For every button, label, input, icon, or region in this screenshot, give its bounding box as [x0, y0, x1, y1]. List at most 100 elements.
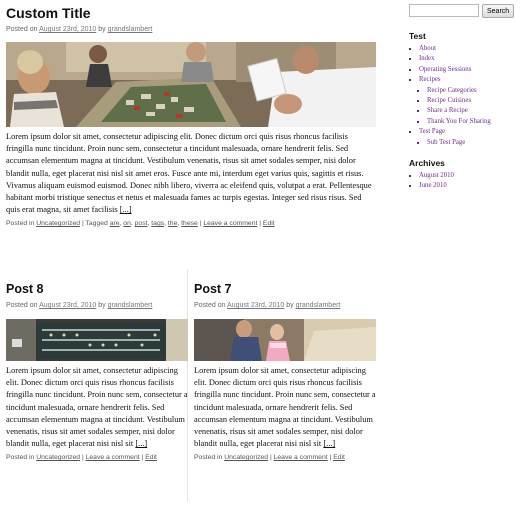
post-date-link[interactable]: August 23rd, 2010: [227, 302, 284, 309]
archives-widget: Archives August 2010 June 2010: [409, 158, 527, 192]
edit-link[interactable]: Edit: [263, 220, 275, 227]
posted-in-label: Posted in: [194, 454, 223, 462]
page-link[interactable]: Share a Recipe: [427, 107, 468, 114]
read-more-link[interactable]: [...]: [120, 205, 132, 214]
archive-item[interactable]: August 2010: [419, 171, 527, 181]
post-title[interactable]: Post 8: [6, 280, 188, 298]
read-more-link[interactable]: [...]: [135, 439, 147, 448]
subpages-list: Recipe Categories Recipe Cuisines Share …: [419, 86, 527, 128]
page-link[interactable]: Sub Test Page: [427, 139, 465, 146]
category-link[interactable]: Uncategorized: [36, 220, 80, 227]
train-layout-photo: [6, 42, 376, 127]
post-excerpt: Lorem ipsum dolor sit amet, consectetur …: [194, 365, 376, 450]
excerpt-text: Lorem ipsum dolor sit amet, consectetur …: [194, 366, 376, 449]
excerpt-text: Lorem ipsum dolor sit amet, consectetur …: [6, 366, 188, 449]
leave-comment-link[interactable]: Leave a comment: [86, 454, 140, 461]
featured-image[interactable]: [6, 42, 376, 127]
meta-prefix: Posted on: [194, 302, 226, 309]
page-link[interactable]: Index: [419, 55, 434, 62]
search-input[interactable]: [409, 4, 479, 17]
control-panel-photo: [6, 319, 188, 361]
tag-link[interactable]: are: [110, 220, 120, 227]
tag-link[interactable]: post: [135, 220, 148, 227]
excerpt-text: Lorem ipsum dolor sit amet, consectetur …: [6, 132, 372, 215]
footer-separator: |: [81, 454, 84, 462]
posted-in-label: Posted in: [6, 454, 35, 462]
post-author-link[interactable]: grandslambert: [108, 302, 153, 309]
post-thumbnail[interactable]: [6, 319, 188, 361]
page-item[interactable]: Recipe Cuisines: [427, 96, 527, 106]
archive-link[interactable]: August 2010: [419, 172, 454, 179]
post-meta: Posted on August 23rd, 2010 by grandslam…: [6, 301, 188, 310]
leave-comment-link[interactable]: Leave a comment: [203, 220, 257, 227]
post-date-link[interactable]: August 23rd, 2010: [39, 302, 96, 309]
pages-list: About Index Operating Sessions Recipes R…: [409, 44, 527, 148]
leave-comment-link[interactable]: Leave a comment: [274, 454, 328, 461]
tag-link[interactable]: the: [168, 220, 177, 227]
post-author-link[interactable]: grandslambert: [296, 302, 341, 309]
page-item[interactable]: Sub Test Page: [427, 138, 527, 148]
page-item[interactable]: About: [419, 44, 527, 54]
post-excerpt: Lorem ipsum dolor sit amet, consectetur …: [6, 365, 188, 450]
page-link[interactable]: About: [419, 45, 436, 52]
widget-title: Test: [409, 31, 426, 41]
footer-separator: |: [141, 454, 144, 462]
edit-link[interactable]: Edit: [333, 454, 345, 461]
pages-widget: Test About Index Operating Sessions Reci…: [409, 31, 527, 148]
page-item[interactable]: Thank You For Sharing: [427, 117, 527, 127]
widget-title: Archives: [409, 158, 445, 169]
posted-in-label: Posted in: [6, 220, 35, 228]
post-card: Post 8 Posted on August 23rd, 2010 by gr…: [6, 280, 188, 462]
tagged-label: | Tagged: [81, 220, 108, 228]
tag-link[interactable]: tags: [151, 220, 164, 227]
post-title[interactable]: Custom Title: [6, 4, 376, 22]
post-date-link[interactable]: August 23rd, 2010: [39, 26, 96, 33]
read-more-link[interactable]: [...]: [323, 439, 335, 448]
footer-separator: |: [259, 220, 262, 228]
search-button[interactable]: Search: [482, 4, 515, 18]
post-footer: Posted in Uncategorized | Tagged are, on…: [6, 220, 275, 228]
page-link[interactable]: Operating Sessions: [419, 66, 471, 73]
page-link[interactable]: Recipes: [419, 76, 441, 83]
category-link[interactable]: Uncategorized: [36, 454, 80, 461]
search-form: Search: [409, 4, 527, 18]
post-author-link[interactable]: grandslambert: [108, 26, 153, 33]
archives-list: August 2010 June 2010: [409, 171, 527, 192]
page-item[interactable]: Recipe Categories: [427, 86, 527, 96]
archive-item[interactable]: June 2010: [419, 181, 527, 191]
footer-separator: |: [199, 220, 202, 228]
meta-by: by: [286, 302, 294, 309]
meta-prefix: Posted on: [6, 26, 38, 33]
content-area: Custom Title Posted on August 23rd, 2010…: [6, 0, 376, 501]
page-link[interactable]: Recipe Cuisines: [427, 97, 471, 104]
post-excerpt: Lorem ipsum dolor sit amet, consectetur …: [6, 131, 376, 216]
page-item[interactable]: Share a Recipe: [427, 106, 527, 116]
page-item[interactable]: Operating Sessions: [419, 65, 527, 75]
page-link[interactable]: Thank You For Sharing: [427, 118, 491, 125]
family-photo: [194, 319, 376, 361]
page-item[interactable]: Test Page Sub Test Page: [419, 127, 527, 148]
meta-by: by: [98, 26, 106, 33]
tag-link[interactable]: these: [181, 220, 198, 227]
sidebar: Search Test About Index Operating Sessio…: [409, 0, 527, 192]
footer-separator: |: [329, 454, 332, 462]
post-footer: Posted in Uncategorized | Leave a commen…: [194, 453, 376, 462]
page-item[interactable]: Recipes Recipe Categories Recipe Cuisine…: [419, 75, 527, 127]
post-thumbnail[interactable]: [194, 319, 376, 361]
post-title[interactable]: Post 7: [194, 280, 376, 298]
post-meta: Posted on August 23rd, 2010 by grandslam…: [6, 25, 376, 34]
page-link[interactable]: Recipe Categories: [427, 87, 477, 94]
post-card: Post 7 Posted on August 23rd, 2010 by gr…: [194, 280, 376, 462]
edit-link[interactable]: Edit: [145, 454, 157, 461]
footer-separator: |: [269, 454, 272, 462]
post-meta: Posted on August 23rd, 2010 by grandslam…: [194, 301, 376, 310]
category-link[interactable]: Uncategorized: [224, 454, 268, 461]
tag-link[interactable]: on: [123, 220, 131, 227]
meta-by: by: [98, 302, 106, 309]
archive-link[interactable]: June 2010: [419, 182, 447, 189]
post-footer: Posted in Uncategorized | Leave a commen…: [6, 453, 188, 462]
subpages-list: Sub Test Page: [419, 138, 527, 148]
page-link[interactable]: Test Page: [419, 128, 445, 135]
page-item[interactable]: Index: [419, 54, 527, 64]
meta-prefix: Posted on: [6, 302, 38, 309]
